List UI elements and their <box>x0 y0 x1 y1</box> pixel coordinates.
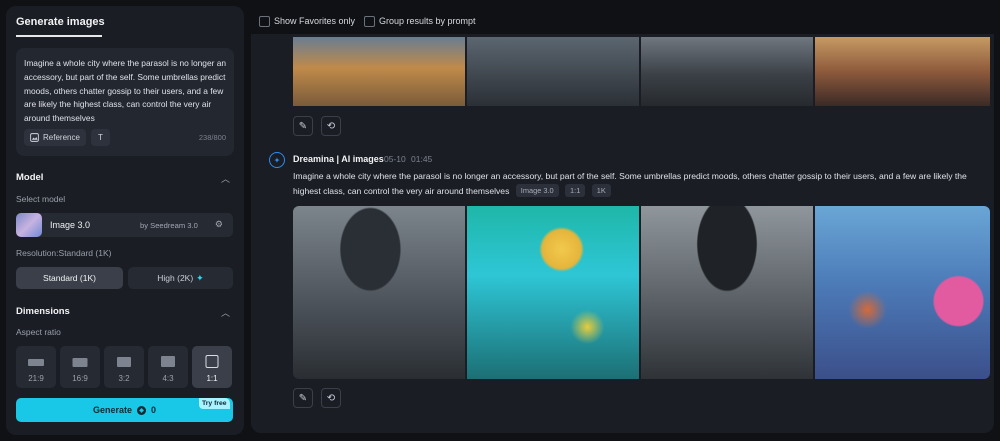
credit-icon: ◆ <box>137 405 146 415</box>
generation-prompt-text: Imagine a whole city where the parasol i… <box>293 171 967 196</box>
aspect-shape-icon <box>72 358 88 367</box>
regenerate-icon[interactable]: ⟲ <box>321 388 341 408</box>
aspect-option-21-9[interactable]: 21:9 <box>16 346 56 388</box>
model-provider: by Seedream 3.0 <box>140 221 198 230</box>
model-thumbnail <box>16 213 42 237</box>
resolution-standard-button[interactable]: Standard (1K) <box>16 267 123 289</box>
generated-image-row <box>293 206 990 379</box>
generated-image[interactable] <box>641 206 813 379</box>
select-model-label: Select model <box>16 194 66 204</box>
group-label[interactable]: Group results by prompt <box>379 16 476 26</box>
text-format-icon: T <box>98 133 103 142</box>
generated-image[interactable] <box>467 37 639 106</box>
generated-image[interactable] <box>815 37 990 106</box>
generated-image[interactable] <box>293 206 465 379</box>
resolution-tag: 1K <box>591 183 611 197</box>
generation-prompt: Imagine a whole city where the parasol i… <box>293 169 988 198</box>
regenerate-icon[interactable]: ⟲ <box>321 116 341 136</box>
dimensions-section-title: Dimensions <box>16 306 70 317</box>
aspect-option-1-1[interactable]: 1:1 <box>192 346 232 388</box>
generation-date: 05-10 <box>384 154 406 164</box>
aspect-label: 21:9 <box>28 374 44 383</box>
generated-image[interactable] <box>467 206 639 379</box>
resolution-high-button[interactable]: High (2K) ✦ <box>128 267 233 289</box>
tab-generate-images[interactable]: Generate images <box>16 16 105 28</box>
ratio-tag: 1:1 <box>565 183 586 197</box>
aspect-option-4-3[interactable]: 4:3 <box>148 346 188 388</box>
char-count: 238/800 <box>198 133 226 142</box>
text-format-button[interactable]: T <box>91 129 110 146</box>
settings-sliders-icon[interactable]: ⚙ <box>215 219 223 230</box>
aspect-label: 3:2 <box>118 374 130 383</box>
aspect-label: 4:3 <box>162 374 174 383</box>
generate-label: Generate <box>92 405 132 415</box>
generation-author: Dreamina | AI images <box>293 154 384 164</box>
favorites-checkbox[interactable] <box>259 16 270 27</box>
results-panel[interactable]: Show Favorites only Group results by pro… <box>251 8 994 433</box>
resolution-high-label: High (2K) <box>157 273 194 283</box>
sparkle-icon: ✦ <box>196 272 204 283</box>
results-toolbar: Show Favorites only Group results by pro… <box>251 8 994 34</box>
prompt-textarea[interactable]: Imagine a whole city where the parasol i… <box>24 57 230 126</box>
favorites-label[interactable]: Show Favorites only <box>274 16 355 26</box>
prompt-box[interactable]: Imagine a whole city where the parasol i… <box>16 48 234 156</box>
reference-label: Reference <box>43 133 80 142</box>
model-tag: Image 3.0 <box>515 183 559 197</box>
aspect-ratio-label: Aspect ratio <box>16 327 61 337</box>
aspect-shape-icon <box>28 359 44 366</box>
aspect-label: 16:9 <box>72 374 88 383</box>
aspect-label: 1:1 <box>206 374 218 383</box>
group-checkbox[interactable] <box>364 16 375 27</box>
generated-image[interactable] <box>641 37 813 106</box>
dreamina-logo-icon: ✦ <box>269 152 285 168</box>
resolution-label: Resolution:Standard (1K) <box>16 248 112 258</box>
generate-cost: 0 <box>151 405 157 415</box>
tab-underline <box>16 35 102 37</box>
aspect-shape-icon <box>117 357 131 367</box>
generated-image[interactable] <box>815 206 990 379</box>
edit-icon[interactable]: ✎ <box>293 388 313 408</box>
model-selector[interactable]: Image 3.0 by Seedream 3.0 ⚙ <box>16 213 233 237</box>
chevron-up-icon[interactable]: ︿ <box>221 172 230 185</box>
try-free-badge: Try free <box>199 398 230 409</box>
reference-button[interactable]: Reference <box>24 129 86 146</box>
generated-image[interactable] <box>293 37 465 106</box>
aspect-option-16-9[interactable]: 16:9 <box>60 346 100 388</box>
image-icon <box>30 133 39 142</box>
aspect-option-3-2[interactable]: 3:2 <box>104 346 144 388</box>
model-name: Image 3.0 <box>50 220 91 230</box>
previous-image-row <box>293 37 990 106</box>
edit-icon[interactable]: ✎ <box>293 116 313 136</box>
aspect-shape-icon <box>161 356 175 367</box>
model-section-title: Model <box>16 172 44 183</box>
left-panel: Generate images Imagine a whole city whe… <box>6 6 244 435</box>
aspect-shape-icon <box>205 355 219 368</box>
chevron-up-icon[interactable]: ︿ <box>221 306 230 319</box>
generation-time: 01:45 <box>411 154 433 164</box>
